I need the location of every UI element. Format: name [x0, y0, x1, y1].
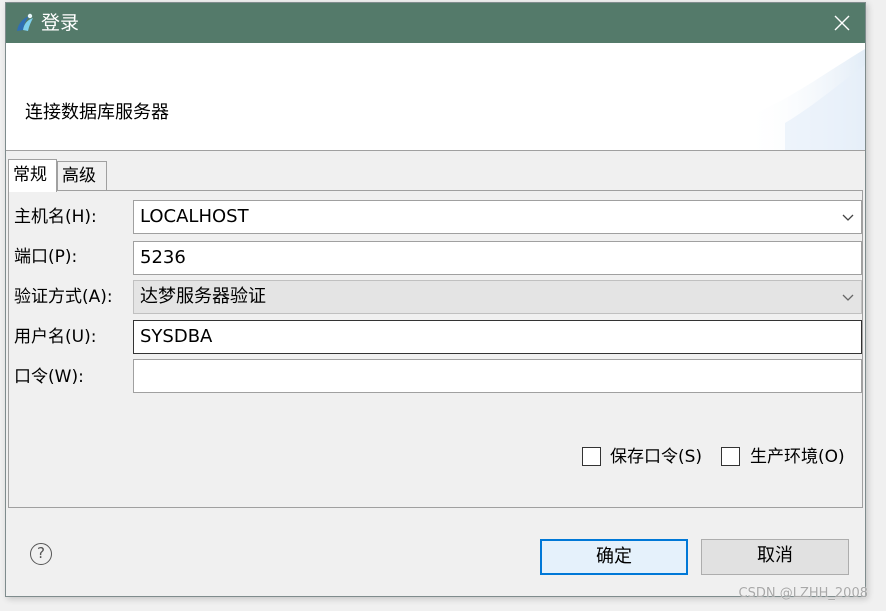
watermark: CSDN @LZHH_2008: [738, 586, 868, 601]
production-env-checkbox[interactable]: [721, 447, 740, 466]
options-row: 保存口令(S) 生产环境(O): [580, 444, 860, 470]
auth-select[interactable]: 达梦服务器验证: [133, 280, 862, 314]
port-value: 5236: [140, 247, 186, 268]
auth-label: 验证方式(A):: [14, 287, 113, 307]
banner-decoration-icon: [745, 49, 865, 150]
close-icon: [834, 15, 850, 31]
host-value: LOCALHOST: [140, 206, 249, 227]
dialog-footer: ? 确定 取消: [6, 508, 865, 596]
user-input[interactable]: SYSDBA: [133, 320, 862, 354]
ok-button[interactable]: 确定: [540, 539, 688, 575]
chevron-down-icon: [842, 214, 854, 221]
header-banner: 连接数据库服务器: [6, 43, 865, 151]
password-label: 口令(W):: [14, 367, 84, 387]
tab-advanced[interactable]: 高级: [57, 161, 107, 191]
port-label: 端口(P):: [14, 247, 78, 267]
save-password-checkbox[interactable]: [582, 447, 601, 466]
host-select[interactable]: LOCALHOST: [133, 200, 862, 234]
host-label: 主机名(H):: [14, 207, 97, 227]
general-panel: 主机名(H): LOCALHOST 端口(P): 5236 验证方式(A): 达…: [8, 190, 863, 508]
chevron-down-icon: [842, 294, 854, 301]
window-title: 登录: [41, 12, 80, 34]
user-label: 用户名(U):: [14, 327, 97, 347]
cancel-button[interactable]: 取消: [701, 539, 849, 575]
port-input[interactable]: 5236: [133, 241, 862, 275]
save-password-label[interactable]: 保存口令(S): [610, 444, 702, 470]
tab-general[interactable]: 常规: [8, 159, 57, 192]
user-value: SYSDBA: [140, 326, 213, 347]
banner-title: 连接数据库服务器: [25, 102, 169, 123]
password-input[interactable]: [133, 359, 862, 393]
app-logo-icon: [17, 13, 33, 31]
auth-value: 达梦服务器验证: [140, 286, 266, 307]
title-bar[interactable]: 登录: [6, 3, 865, 43]
login-dialog: 登录 连接数据库服务器 常规 高级 主机名(H): LOCALHOST 端口(P…: [5, 2, 866, 597]
close-button[interactable]: [819, 3, 865, 43]
help-icon[interactable]: ?: [30, 543, 52, 565]
production-env-label[interactable]: 生产环境(O): [750, 444, 845, 470]
